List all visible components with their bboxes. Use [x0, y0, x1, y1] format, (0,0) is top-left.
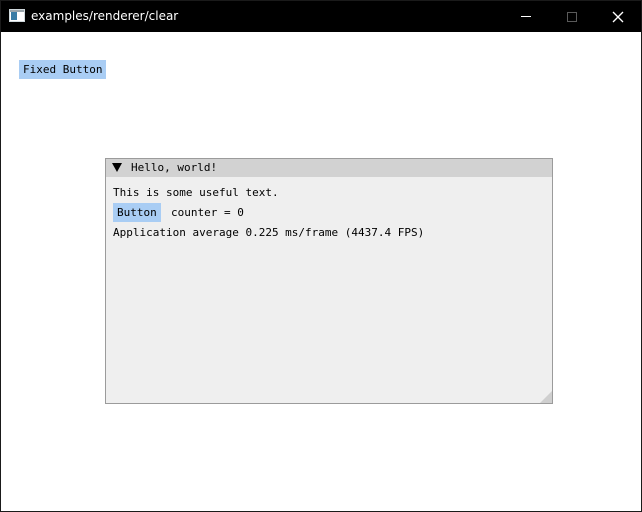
app-window-icon: [9, 9, 25, 22]
fps-text: Application average 0.225 ms/frame (4437…: [113, 226, 425, 239]
client-area: Fixed Button Hello, world! This is some …: [1, 32, 641, 511]
counter-label: counter = 0: [171, 206, 244, 219]
maximize-button[interactable]: [549, 1, 595, 32]
close-icon: [612, 11, 624, 22]
counter-button[interactable]: Button: [113, 203, 161, 222]
minimize-button[interactable]: [503, 1, 549, 32]
hello-world-titlebar[interactable]: Hello, world!: [106, 159, 552, 177]
hello-world-title: Hello, world!: [131, 161, 218, 174]
close-button[interactable]: [595, 1, 641, 32]
app-window: examples/renderer/clear Fixed Button Hel…: [0, 0, 642, 512]
title-bar[interactable]: examples/renderer/clear: [1, 1, 641, 32]
resize-grip[interactable]: [540, 391, 552, 403]
useful-text: This is some useful text.: [113, 186, 279, 199]
fixed-button[interactable]: Fixed Button: [19, 60, 107, 79]
hello-world-window[interactable]: Hello, world! This is some useful text. …: [105, 158, 553, 404]
window-title: examples/renderer/clear: [31, 9, 179, 23]
maximize-icon: [567, 11, 577, 22]
minimize-icon: [521, 16, 531, 17]
collapse-arrow-icon[interactable]: [112, 163, 122, 172]
